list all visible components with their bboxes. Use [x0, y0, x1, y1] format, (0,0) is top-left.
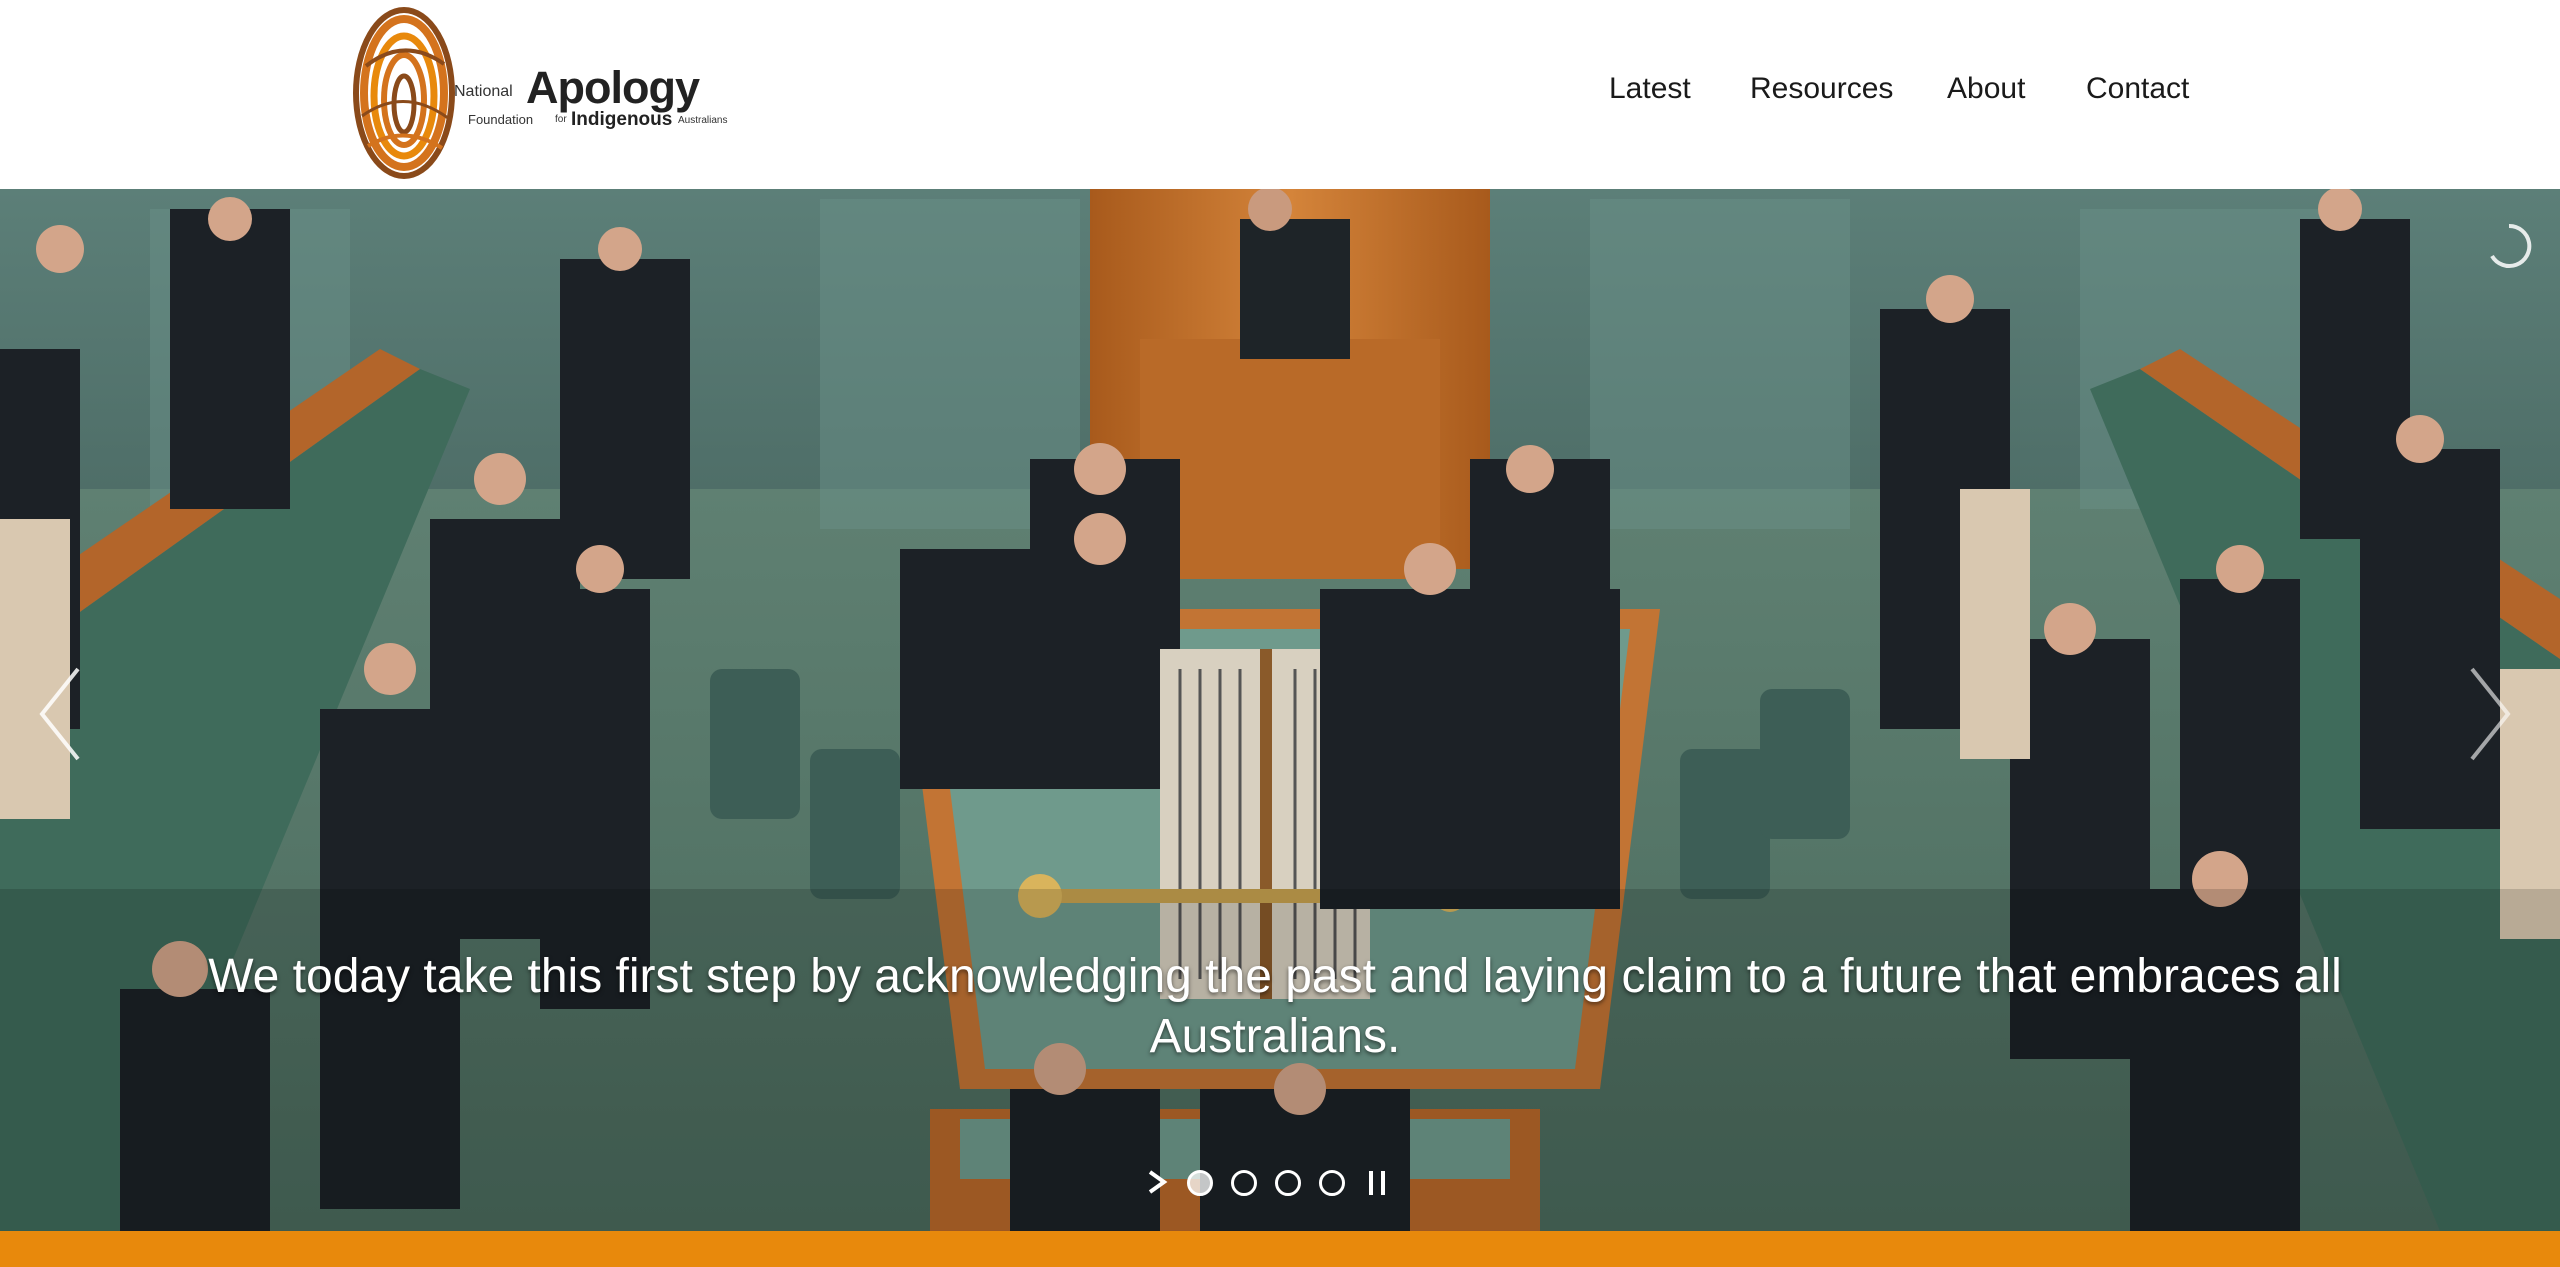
chevron-right-icon[interactable]	[2460, 659, 2520, 769]
slide-image-parliament	[0, 189, 2560, 1231]
hero-slider: We today take this first step by acknowl…	[0, 189, 2560, 1231]
slide-dot-2[interactable]	[1231, 1170, 1257, 1196]
nav-link-about[interactable]: About	[1947, 72, 2025, 106]
nav-link-contact[interactable]: Contact	[2086, 72, 2189, 106]
nav-link-latest[interactable]: Latest	[1609, 72, 1691, 106]
slide-dot-1[interactable]	[1187, 1170, 1213, 1196]
slide-dot-3[interactable]	[1275, 1170, 1301, 1196]
nav-link-resources[interactable]: Resources	[1750, 72, 1893, 106]
orange-divider-bar	[0, 1231, 2560, 1267]
loading-spinner-icon	[2490, 223, 2532, 268]
site-header: National Apology Foundation for Indigeno…	[0, 0, 2560, 189]
main-nav: Latest Resources About Contact	[0, 72, 2560, 118]
slider-controls	[1140, 1164, 1400, 1204]
slide-caption: We today take this first step by acknowl…	[208, 950, 2342, 1063]
play-icon[interactable]	[1140, 1164, 1176, 1200]
slide-dot-4[interactable]	[1319, 1170, 1345, 1196]
pause-icon[interactable]	[1360, 1164, 1396, 1200]
chevron-left-icon[interactable]	[30, 659, 90, 769]
